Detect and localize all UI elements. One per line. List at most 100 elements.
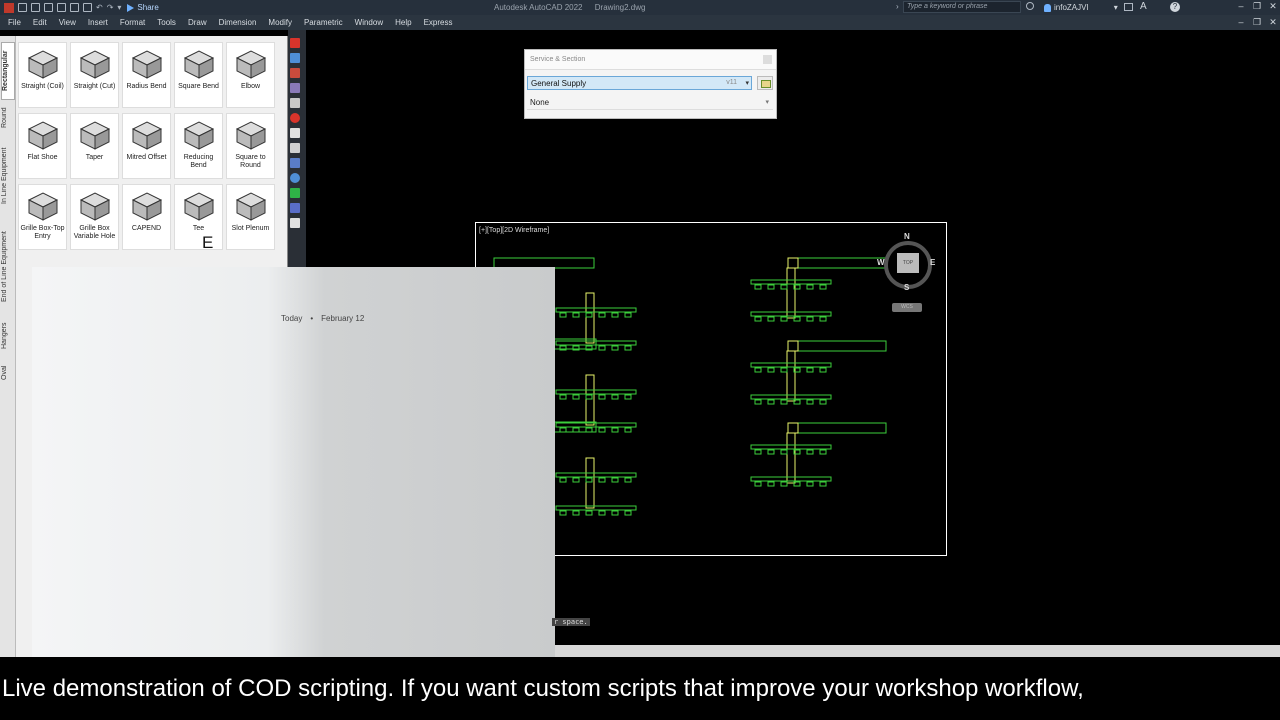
tool-straight-cut[interactable]: Straight (Cut) (70, 42, 119, 108)
list-icon[interactable] (290, 203, 300, 213)
branch-right-upper-grille[interactable] (767, 367, 775, 373)
tab-hangers[interactable]: Hangers (1, 320, 15, 352)
branch-right-upper-run[interactable] (750, 279, 832, 285)
help-icon[interactable]: ? (1170, 2, 1180, 12)
arrow-right-icon[interactable] (290, 38, 300, 48)
menu-window[interactable]: Window (355, 18, 383, 27)
minimize-icon[interactable]: – (1236, 1, 1246, 11)
branch-left-upper-grille[interactable] (611, 477, 619, 483)
branch-left-upper-grille[interactable] (559, 312, 567, 318)
branch-right-lower-grille[interactable] (806, 316, 814, 322)
branch-left-upper-grille[interactable] (598, 477, 606, 483)
branch-left-upper-grille[interactable] (585, 312, 593, 318)
branch-left-lower-grille[interactable] (611, 510, 619, 516)
branch-right-upper-grille[interactable] (806, 449, 814, 455)
branch-left-upper-grille[interactable] (598, 312, 606, 318)
share-button[interactable]: Share (127, 3, 159, 12)
tool-taper[interactable]: Taper (70, 113, 119, 179)
tool-square-to-round[interactable]: Square to Round (226, 113, 275, 179)
branch-right-lower-grille[interactable] (780, 316, 788, 322)
open-icon[interactable] (31, 3, 40, 12)
branch-left-lower-grille[interactable] (624, 510, 632, 516)
tool-square-bend[interactable]: Square Bend (174, 42, 223, 108)
branch-right-upper-grille[interactable] (780, 284, 788, 290)
branch-left-lower-grille[interactable] (624, 427, 632, 433)
branch-left-lower-run[interactable] (555, 505, 637, 511)
branch-left-upper-grille[interactable] (624, 312, 632, 318)
branch-left-upper-grille[interactable] (624, 477, 632, 483)
branch-right-upper-grille[interactable] (819, 367, 827, 373)
branch-left-lower-grille[interactable] (559, 427, 567, 433)
layer-icon[interactable] (290, 68, 300, 78)
green-check-icon[interactable] (290, 188, 300, 198)
new-icon[interactable] (18, 3, 27, 12)
branch-right-lower-grille[interactable] (767, 481, 775, 487)
qat-dropdown-icon[interactable]: ▾ (117, 3, 121, 12)
branch-left-lower-grille[interactable] (611, 427, 619, 433)
main-duct-right[interactable] (787, 257, 887, 269)
plot-icon[interactable] (83, 3, 92, 12)
target-icon[interactable] (290, 113, 300, 123)
tool-radius-bend[interactable]: Radius Bend (122, 42, 171, 108)
move-icon[interactable] (290, 158, 300, 168)
branch-right-upper-grille[interactable] (767, 284, 775, 290)
tab-end-of-line-equipment[interactable]: End of Line Equipment (1, 222, 15, 312)
branch-left-upper-grille[interactable] (572, 477, 580, 483)
user-account[interactable]: infoZAJVI ▾ (1044, 3, 1118, 12)
branch-left-upper-grille[interactable] (611, 394, 619, 400)
branch-left-lower-grille[interactable] (598, 427, 606, 433)
menu-edit[interactable]: Edit (33, 18, 47, 27)
viewcube[interactable]: TOP N S E W (876, 231, 940, 295)
app-menu-icon[interactable] (4, 2, 14, 13)
compass-north[interactable]: N (904, 232, 910, 241)
compass-west[interactable]: W (877, 258, 885, 267)
doc-restore-icon[interactable]: ❐ (1252, 17, 1262, 27)
branch-left-lower-grille[interactable] (585, 427, 593, 433)
branch-left-upper-grille[interactable] (598, 394, 606, 400)
zoom-icon[interactable] (290, 53, 300, 63)
branch-right-lower-grille[interactable] (780, 481, 788, 487)
branch-right-upper-grille[interactable] (754, 284, 762, 290)
branch-right-lower-grille[interactable] (754, 481, 762, 487)
menu-tools[interactable]: Tools (157, 18, 176, 27)
branch-right-lower-grille[interactable] (819, 316, 827, 322)
riser-left[interactable] (585, 374, 595, 426)
branch-left-lower-grille[interactable] (572, 427, 580, 433)
tool-flat-shoe[interactable]: Flat Shoe (18, 113, 67, 179)
menu-help[interactable]: Help (395, 18, 411, 27)
doc-close-icon[interactable]: ✕ (1268, 17, 1278, 27)
menu-draw[interactable]: Draw (188, 18, 207, 27)
doc-minimize-icon[interactable]: – (1236, 17, 1246, 27)
compass-south[interactable]: S (904, 283, 909, 292)
branch-right-lower-run[interactable] (750, 311, 832, 317)
branch-left-upper-run[interactable] (555, 389, 637, 395)
tee-right[interactable] (787, 257, 799, 269)
tool-grille-box-variable-hole[interactable]: Grille Box Variable Hole (70, 184, 119, 250)
save-icon[interactable] (44, 3, 53, 12)
branch-left-lower-grille[interactable] (611, 345, 619, 351)
tool-reducing-bend[interactable]: Reducing Bend (174, 113, 223, 179)
branch-left-upper-run[interactable] (555, 472, 637, 478)
branch-right-lower-grille[interactable] (819, 399, 827, 405)
branch-left-lower-grille[interactable] (559, 510, 567, 516)
tee-right[interactable] (787, 422, 799, 434)
close-icon[interactable] (763, 55, 772, 64)
export-icon[interactable] (290, 218, 300, 228)
branch-right-upper-run[interactable] (750, 444, 832, 450)
riser-right[interactable] (786, 267, 796, 319)
cart-icon[interactable] (1124, 3, 1133, 11)
branch-left-lower-grille[interactable] (598, 345, 606, 351)
tee-right[interactable] (787, 340, 799, 352)
branch-left-upper-grille[interactable] (572, 394, 580, 400)
branch-right-lower-grille[interactable] (819, 481, 827, 487)
service-select[interactable]: General Supply v11 ▾ (527, 76, 752, 90)
restore-icon[interactable]: ❐ (1252, 1, 1262, 11)
redo-icon[interactable]: ↷ (107, 3, 114, 12)
branch-right-upper-run[interactable] (750, 362, 832, 368)
branch-right-upper-grille[interactable] (780, 367, 788, 373)
tool-capend[interactable]: CAPEND (122, 184, 171, 250)
rotate-icon[interactable] (290, 173, 300, 183)
branch-right-lower-grille[interactable] (767, 316, 775, 322)
branch-right-lower-grille[interactable] (754, 316, 762, 322)
close-icon[interactable]: ✕ (1268, 1, 1278, 11)
